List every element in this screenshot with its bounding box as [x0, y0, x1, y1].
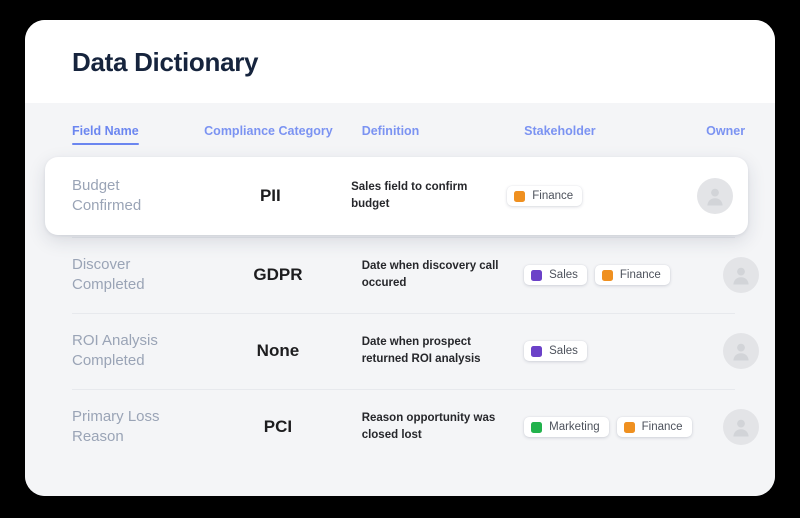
cell-stakeholders: Sales Finance: [524, 265, 701, 285]
column-header-stakeholder[interactable]: Stakeholder: [524, 124, 596, 145]
column-header-compliance-category[interactable]: Compliance Category: [204, 124, 333, 145]
column-header-wrap-field-name: Field Name: [72, 122, 182, 140]
table-row[interactable]: ROI Analysis Completed None Date when pros…: [25, 313, 775, 389]
color-swatch-icon: [531, 345, 543, 357]
table-row[interactable]: Primary Loss Reason PCI Reason opportunity…: [25, 389, 775, 465]
cell-compliance-category: GDPR: [253, 265, 303, 284]
page-title: Data Dictionary: [72, 46, 259, 77]
column-header-field-name[interactable]: Field Name: [72, 124, 139, 145]
color-swatch-icon: [514, 190, 526, 202]
cell-compliance-category: PII: [259, 186, 281, 205]
cell-definition: Reason opportunity was closed lost: [361, 412, 496, 441]
table-body: Budget Confirmed PII Sales field to confir…: [25, 157, 775, 465]
cell-owner: [706, 257, 775, 293]
cell-field-name: Discover Completed: [72, 256, 145, 293]
stakeholder-label: Sales: [549, 345, 578, 357]
color-swatch-icon: [623, 421, 635, 433]
user-avatar-icon[interactable]: [722, 409, 759, 445]
cell-stakeholders: Sales: [524, 341, 701, 361]
stakeholder-badge[interactable]: Sales: [524, 265, 587, 285]
user-avatar-icon[interactable]: [722, 333, 759, 369]
cell-field-name: Budget Confirmed: [72, 177, 142, 214]
cell-field-name: ROI Analysis Completed: [72, 332, 158, 369]
stakeholder-label: Finance: [532, 190, 574, 202]
cell-definition: Date when prospect returned ROI analysis: [361, 336, 481, 365]
stakeholder-badge[interactable]: Marketing: [524, 417, 609, 437]
cell-compliance-category: PCI: [263, 417, 293, 436]
card-header: Data Dictionary: [25, 20, 775, 103]
table-row[interactable]: Budget Confirmed PII Sales field to confir…: [45, 157, 748, 235]
color-swatch-icon: [531, 421, 543, 433]
column-header-definition[interactable]: Definition: [362, 124, 420, 145]
cell-field-name: Primary Loss Reason: [72, 408, 160, 445]
cell-definition: Date when discovery call occured: [361, 260, 499, 289]
column-header-wrap-definition: Definition: [362, 122, 514, 140]
cell-definition: Sales field to confirm budget: [351, 181, 468, 210]
column-header-wrap-owner: Owner: [706, 122, 775, 140]
cell-owner: [682, 178, 748, 214]
color-swatch-icon: [531, 269, 543, 281]
cell-owner: [706, 409, 775, 445]
cell-compliance-category: None: [256, 341, 300, 360]
stakeholder-badge[interactable]: Sales: [524, 341, 587, 361]
table-row[interactable]: Discover Completed GDPR Date when discover…: [25, 237, 775, 313]
cell-stakeholders: Marketing Finance: [524, 417, 701, 437]
data-dictionary-card: Data Dictionary Field Name Compliance Cat…: [25, 20, 775, 496]
stakeholder-badge[interactable]: Finance: [616, 417, 692, 437]
user-avatar-icon[interactable]: [722, 257, 759, 293]
column-header-wrap-compliance-category: Compliance Category: [204, 122, 352, 140]
cell-owner: [706, 333, 775, 369]
stakeholder-badge[interactable]: Finance: [507, 186, 583, 206]
stakeholder-label: Sales: [549, 269, 578, 281]
cell-stakeholders: Finance: [507, 186, 677, 206]
stakeholder-label: Finance: [641, 421, 683, 433]
color-swatch-icon: [601, 269, 613, 281]
stakeholder-label: Marketing: [549, 421, 600, 433]
column-header-owner[interactable]: Owner: [706, 124, 745, 145]
user-avatar-icon[interactable]: [697, 178, 733, 214]
stakeholder-badge[interactable]: Finance: [594, 265, 670, 285]
column-header-wrap-stakeholder: Stakeholder: [524, 122, 701, 140]
table-header-row: Field Name Compliance Category Definition S…: [25, 103, 775, 161]
data-dictionary-table: Field Name Compliance Category Definition S…: [25, 103, 775, 496]
stakeholder-label: Finance: [619, 269, 661, 281]
